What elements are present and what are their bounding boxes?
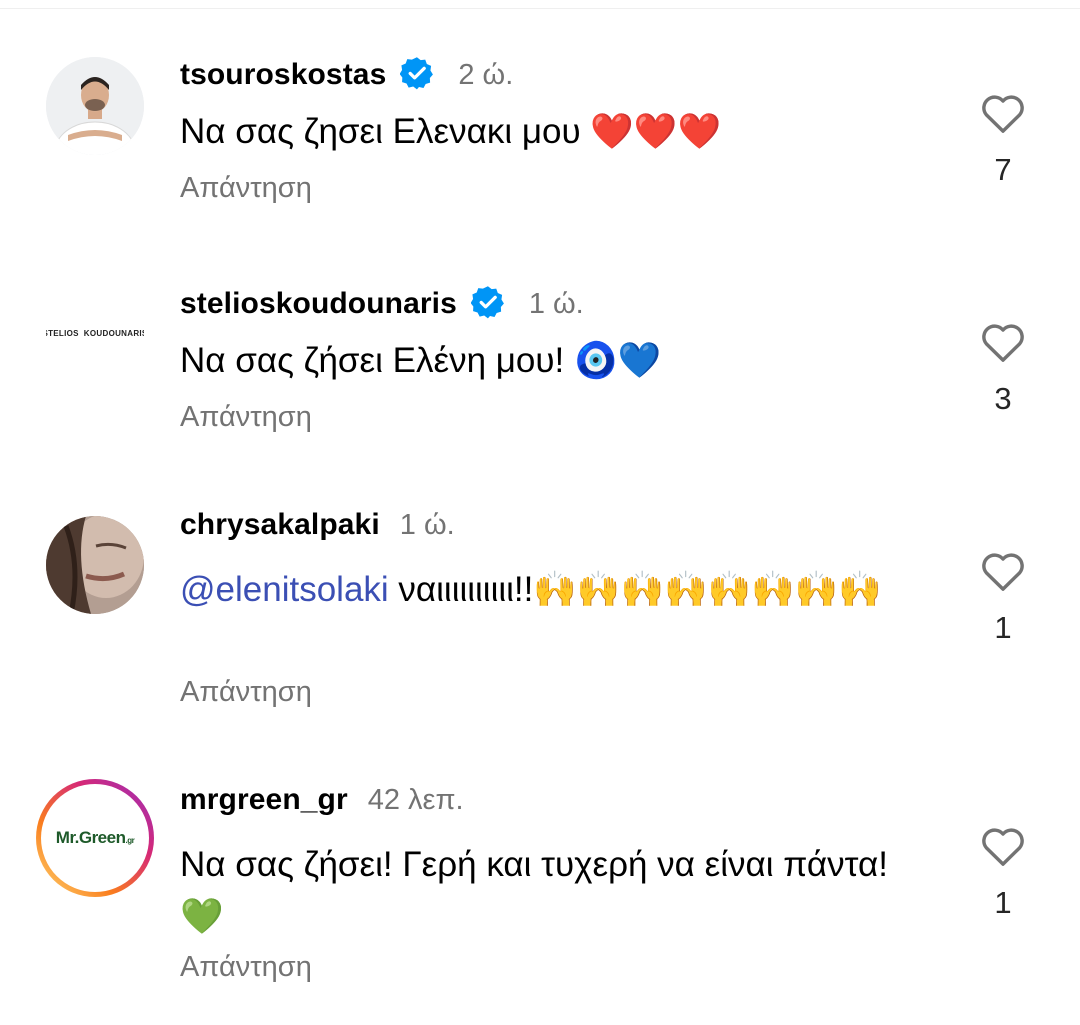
top-divider: [0, 8, 1080, 9]
heart-outline-icon[interactable]: [978, 825, 1028, 867]
reply-button[interactable]: Απάντηση: [180, 676, 312, 709]
comment-body: ναιιιιιιιιιι!!🙌🙌🙌🙌🙌🙌🙌🙌: [388, 570, 882, 609]
comment-text: @elenitsolaki ναιιιιιιιιιι!!🙌🙌🙌🙌🙌🙌🙌🙌: [180, 564, 920, 616]
heart-outline-icon[interactable]: [978, 92, 1028, 134]
reply-button[interactable]: Απάντηση: [180, 951, 312, 984]
like-control: 7: [978, 92, 1028, 188]
reply-button[interactable]: Απάντηση: [180, 172, 312, 205]
timestamp: 1 ώ.: [399, 509, 455, 541]
like-count: 7: [994, 152, 1012, 187]
comment-text: Να σας ζησει Ελενακι μου ❤️❤️❤️: [180, 106, 940, 158]
timestamp: 1 ώ.: [528, 288, 584, 320]
avatar[interactable]: STELIOS KOUDOUNARIS: [46, 287, 144, 385]
story-ring: Mr.Green.gr: [41, 784, 149, 892]
username[interactable]: stelioskoudounaris: [180, 287, 457, 321]
like-control: 1: [978, 550, 1028, 646]
mention-link[interactable]: @elenitsolaki: [180, 570, 389, 609]
comment-text: Να σας ζήσει Ελένη μου! 🧿💙: [180, 335, 940, 387]
comment-body: Να σας ζήσει! Γερή και τυχερή να είναι π…: [180, 845, 888, 936]
heart-outline-icon[interactable]: [978, 321, 1028, 363]
avatar-logo-text: Mr.Green.gr: [55, 828, 135, 847]
comment-body: Να σας ζησει Ελενακι μου ❤️❤️❤️: [180, 112, 722, 151]
heart-outline-icon[interactable]: [978, 550, 1028, 592]
like-control: 1: [978, 825, 1028, 921]
avatar[interactable]: [46, 57, 144, 155]
username[interactable]: mrgreen_gr: [180, 783, 348, 817]
comment-text: Να σας ζήσει! Γερή και τυχερή να είναι π…: [180, 839, 900, 943]
username[interactable]: chrysakalpaki: [180, 508, 380, 542]
comment-body: Να σας ζήσει Ελένη μου! 🧿💙: [180, 341, 662, 380]
like-control: 3: [978, 321, 1028, 417]
verified-badge-icon: [399, 56, 434, 90]
like-count: 3: [994, 381, 1012, 416]
avatar-logo-text: STELIOS KOUDOUNARIS: [46, 329, 144, 338]
like-count: 1: [994, 885, 1012, 920]
reply-button[interactable]: Απάντηση: [180, 401, 312, 434]
avatar[interactable]: Mr.Green.gr: [36, 779, 154, 897]
username[interactable]: tsouroskostas: [180, 58, 386, 92]
timestamp: 42 λεπ.: [367, 784, 464, 816]
timestamp: 2 ώ.: [458, 59, 514, 91]
avatar[interactable]: [46, 516, 144, 614]
like-count: 1: [994, 610, 1012, 645]
verified-badge-icon: [470, 285, 505, 319]
